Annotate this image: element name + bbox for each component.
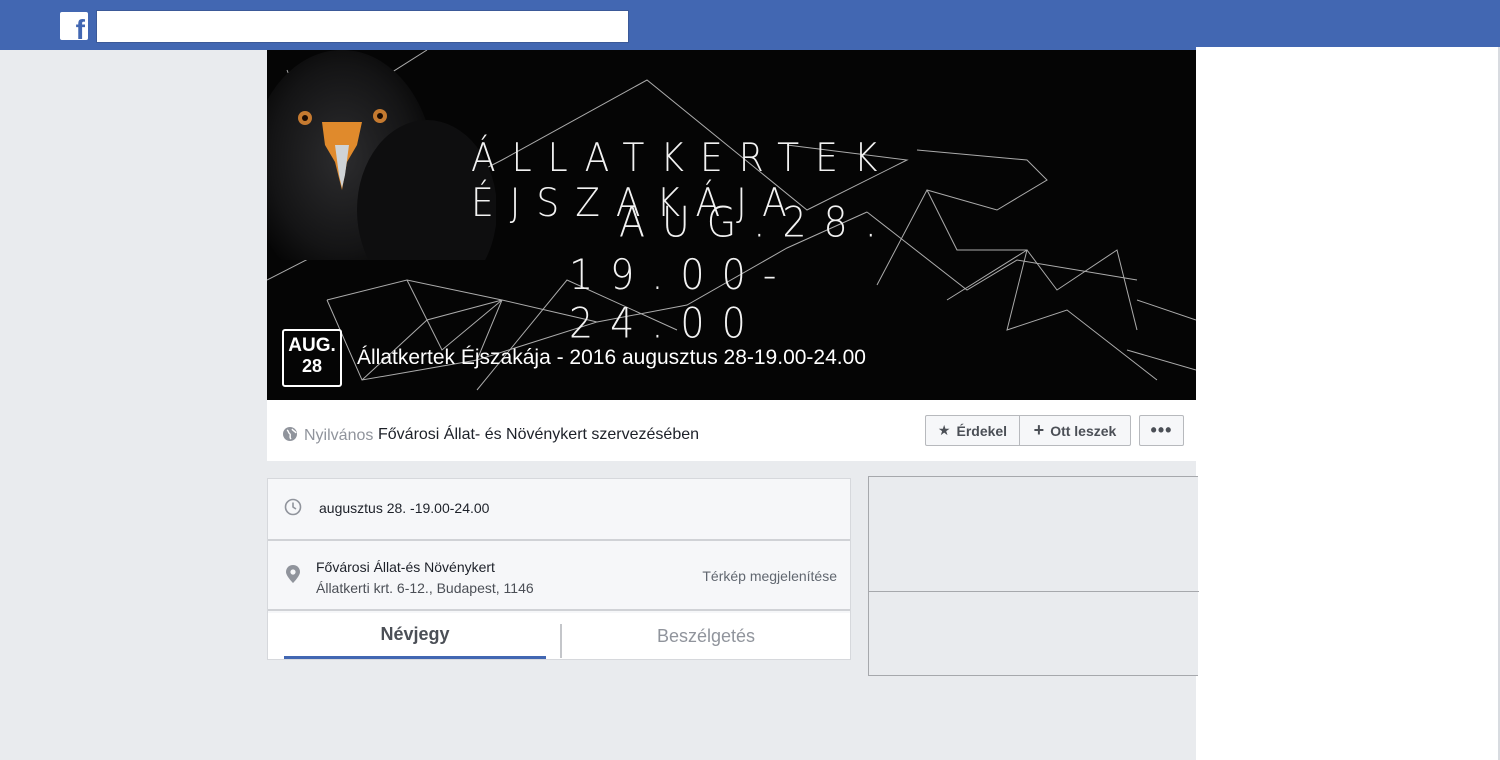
- search-input[interactable]: [96, 10, 629, 43]
- cover-time-line: 19.00-24.00: [569, 250, 794, 348]
- privacy-label: Nyilvános: [304, 427, 374, 444]
- going-button[interactable]: + Ott leszek: [1020, 416, 1130, 445]
- rsvp-button-group: ★ Érdekel + Ott leszek: [925, 415, 1131, 446]
- going-label: Ott leszek: [1050, 422, 1117, 439]
- event-location-row: Fővárosi Állat-és Növénykert Állatkerti …: [268, 543, 850, 611]
- globe-icon: [283, 427, 297, 441]
- event-details-card: augusztus 28. -19.00-24.00 Fővárosi Álla…: [267, 478, 851, 660]
- star-icon: ★: [937, 422, 951, 438]
- event-date-badge: AUG. 28: [282, 329, 342, 387]
- interested-button[interactable]: ★ Érdekel: [926, 416, 1020, 445]
- organizer-text[interactable]: Fővárosi Állat- és Növénykert szervezésé…: [378, 426, 699, 444]
- facebook-logo-icon[interactable]: f: [60, 12, 88, 40]
- date-day: 28: [301, 356, 323, 376]
- event-time-text: augusztus 28. -19.00-24.00: [319, 500, 490, 516]
- right-panel: [1196, 47, 1498, 760]
- show-map-link[interactable]: Térkép megjelenítése: [702, 568, 837, 584]
- event-cover-photo: ÁLLATKERTEK ÉJSZAKÁJA AUG.28. 19.00-24.0…: [267, 50, 1196, 400]
- tab-about[interactable]: Névjegy: [284, 613, 546, 659]
- event-info-bar: Nyilvános Fővárosi Állat- és Növénykert …: [267, 400, 1196, 461]
- location-pin-icon: [286, 565, 300, 583]
- more-options-button[interactable]: •••: [1139, 415, 1184, 446]
- sidebar-divider: [869, 591, 1199, 592]
- event-time-row: augusztus 28. -19.00-24.00: [268, 479, 850, 541]
- location-address: Állatkerti krt. 6-12., Budapest, 1146: [316, 580, 534, 596]
- sidebar-placeholder-box: [868, 476, 1199, 676]
- event-title: Állatkertek Éjszakája - 2016 augusztus 2…: [357, 346, 866, 369]
- clock-icon: [284, 498, 302, 516]
- date-month: AUG.: [288, 335, 336, 356]
- eagle-photo-icon: [267, 50, 496, 260]
- tab-discussion[interactable]: Beszélgetés: [560, 613, 852, 659]
- plus-icon: +: [1033, 420, 1045, 440]
- logo-letter: f: [75, 14, 85, 41]
- location-name[interactable]: Fővárosi Állat-és Növénykert: [316, 559, 495, 575]
- top-navigation-bar: f: [0, 0, 1500, 50]
- interested-label: Érdekel: [956, 422, 1008, 439]
- event-tabs: Névjegy Beszélgetés: [268, 613, 850, 659]
- cover-date-line: AUG.28.: [619, 197, 894, 247]
